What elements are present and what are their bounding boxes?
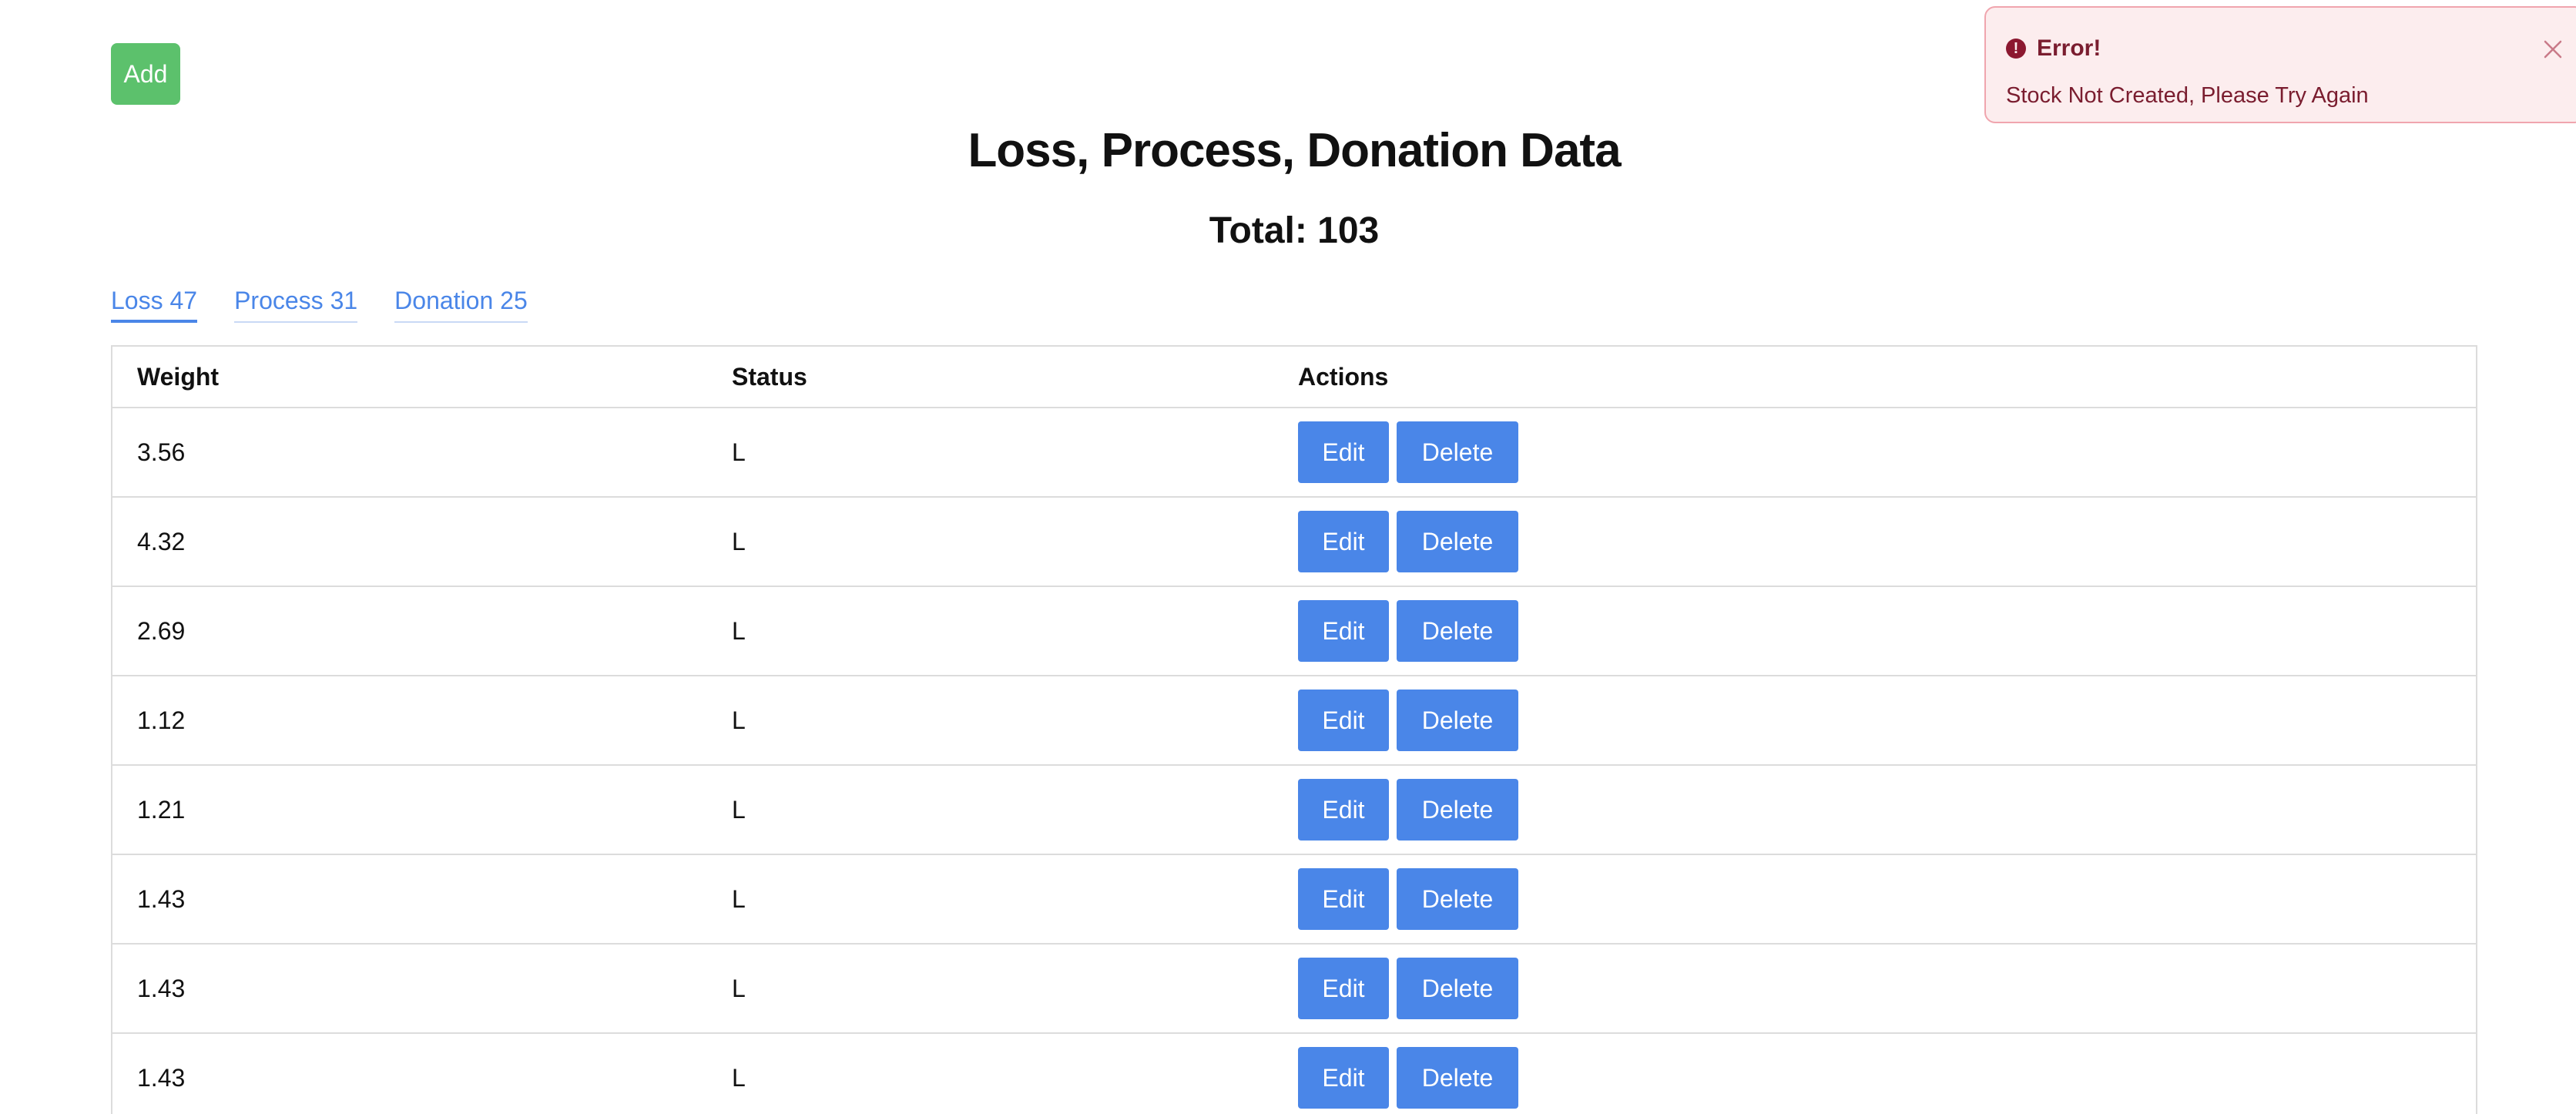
- toast-message: Stock Not Created, Please Try Again: [2006, 83, 2369, 108]
- column-header-weight: Weight: [112, 346, 707, 408]
- edit-button[interactable]: Edit: [1298, 868, 1389, 930]
- page-title: Loss, Process, Donation Data: [968, 124, 1621, 177]
- weight-cell: 1.43: [112, 1033, 707, 1114]
- table-row: 1.43 L Edit Delete: [112, 1033, 2477, 1114]
- data-table: Weight Status Actions 3.56 L Edit Delete …: [111, 345, 2477, 1114]
- weight-cell: 1.12: [112, 676, 707, 766]
- actions-cell: Edit Delete: [1273, 497, 2477, 587]
- table-row: 1.43 L Edit Delete: [112, 854, 2477, 945]
- category-tabs: Loss 47 Process 31 Donation 25: [111, 287, 528, 323]
- add-button[interactable]: Add: [111, 43, 180, 105]
- tab-loss[interactable]: Loss 47: [111, 287, 198, 323]
- weight-cell: 4.32: [112, 497, 707, 587]
- edit-button[interactable]: Edit: [1298, 958, 1389, 1019]
- table-header-row: Weight Status Actions: [112, 346, 2477, 408]
- delete-button[interactable]: Delete: [1397, 868, 1518, 930]
- status-cell: L: [707, 408, 1273, 498]
- edit-button[interactable]: Edit: [1298, 690, 1389, 751]
- status-cell: L: [707, 676, 1273, 766]
- actions-cell: Edit Delete: [1273, 1033, 2477, 1114]
- table-row: 1.12 L Edit Delete: [112, 676, 2477, 766]
- total-count: Total: 103: [1209, 210, 1380, 251]
- actions-cell: Edit Delete: [1273, 944, 2477, 1034]
- status-cell: L: [707, 497, 1273, 587]
- edit-button[interactable]: Edit: [1298, 421, 1389, 483]
- weight-cell: 3.56: [112, 408, 707, 498]
- close-icon[interactable]: [2542, 39, 2564, 60]
- table-row: 3.56 L Edit Delete: [112, 408, 2477, 498]
- actions-cell: Edit Delete: [1273, 854, 2477, 945]
- delete-button[interactable]: Delete: [1397, 779, 1518, 841]
- column-header-actions: Actions: [1273, 346, 2477, 408]
- actions-cell: Edit Delete: [1273, 765, 2477, 855]
- status-cell: L: [707, 1033, 1273, 1114]
- weight-cell: 2.69: [112, 586, 707, 676]
- status-cell: L: [707, 765, 1273, 855]
- table-row: 1.21 L Edit Delete: [112, 765, 2477, 855]
- toast-title: Error!: [2037, 35, 2101, 61]
- actions-cell: Edit Delete: [1273, 676, 2477, 766]
- delete-button[interactable]: Delete: [1397, 421, 1518, 483]
- edit-button[interactable]: Edit: [1298, 600, 1389, 662]
- weight-cell: 1.21: [112, 765, 707, 855]
- table-row: 1.43 L Edit Delete: [112, 944, 2477, 1034]
- tab-donation[interactable]: Donation 25: [394, 287, 528, 323]
- page: Add Loss, Process, Donation Data Total: …: [0, 0, 2576, 1114]
- edit-button[interactable]: Edit: [1298, 779, 1389, 841]
- actions-cell: Edit Delete: [1273, 408, 2477, 498]
- table-row: 4.32 L Edit Delete: [112, 497, 2477, 587]
- column-header-status: Status: [707, 346, 1273, 408]
- weight-cell: 1.43: [112, 854, 707, 945]
- delete-button[interactable]: Delete: [1397, 600, 1518, 662]
- tab-process[interactable]: Process 31: [234, 287, 358, 323]
- status-cell: L: [707, 944, 1273, 1034]
- actions-cell: Edit Delete: [1273, 586, 2477, 676]
- status-cell: L: [707, 854, 1273, 945]
- edit-button[interactable]: Edit: [1298, 511, 1389, 572]
- delete-button[interactable]: Delete: [1397, 958, 1518, 1019]
- weight-cell: 1.43: [112, 944, 707, 1034]
- delete-button[interactable]: Delete: [1397, 690, 1518, 751]
- table-row: 2.69 L Edit Delete: [112, 586, 2477, 676]
- delete-button[interactable]: Delete: [1397, 511, 1518, 572]
- exclamation-circle-icon: !: [2006, 39, 2026, 59]
- delete-button[interactable]: Delete: [1397, 1047, 1518, 1109]
- edit-button[interactable]: Edit: [1298, 1047, 1389, 1109]
- error-toast: ! Error! Stock Not Created, Please Try A…: [1984, 6, 2576, 123]
- status-cell: L: [707, 586, 1273, 676]
